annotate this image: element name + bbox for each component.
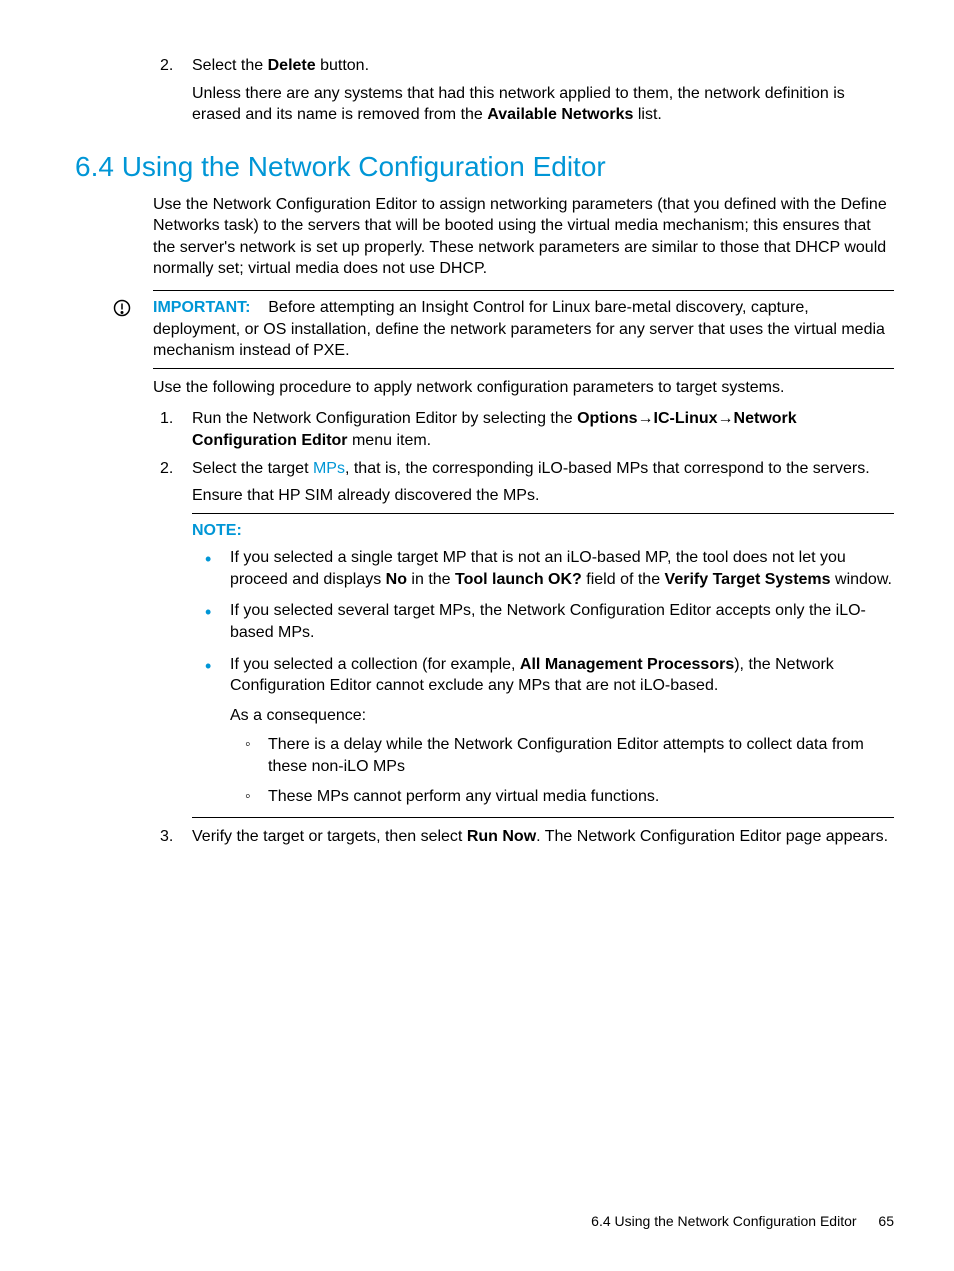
arrow: → <box>638 410 654 427</box>
important-block: IMPORTANT: Before attempting an Insight … <box>113 297 894 362</box>
list-text: Run the Network Configuration Editor by … <box>192 408 894 451</box>
text: in the <box>407 571 455 588</box>
list-number: 2. <box>160 55 192 77</box>
text: , that is, the corresponding iLO-based M… <box>345 460 870 477</box>
step-2: 2. Select the target MPs, that is, the c… <box>160 458 894 507</box>
page-content: 2. Select the Delete button. Unless ther… <box>0 0 954 1271</box>
text: Select the <box>192 57 268 74</box>
pre-ordered-list: 2. Select the Delete button. Unless ther… <box>160 55 894 126</box>
text: button. <box>316 57 369 74</box>
divider <box>192 513 894 514</box>
procedure-list: 1. Run the Network Configuration Editor … <box>160 408 894 506</box>
note-list: If you selected a single target MP that … <box>200 547 894 807</box>
page-number: 65 <box>878 1213 894 1229</box>
page-footer: 6.4 Using the Network Configuration Edit… <box>591 1212 894 1231</box>
important-icon <box>113 297 153 362</box>
step-1: 1. Run the Network Configuration Editor … <box>160 408 894 451</box>
section-heading: 6.4 Using the Network Configuration Edit… <box>75 148 894 186</box>
note-item: If you selected a single target MP that … <box>200 547 894 590</box>
procedure-intro: Use the following procedure to apply net… <box>153 377 894 399</box>
note-label: NOTE: <box>192 520 894 542</box>
bold-text: Options <box>577 410 637 427</box>
bold-text: Tool launch OK? <box>455 571 582 588</box>
footer-text: 6.4 Using the Network Configuration Edit… <box>591 1213 856 1229</box>
divider <box>153 290 894 291</box>
text: field of the <box>582 571 665 588</box>
bold-text: Delete <box>268 57 316 74</box>
text: Select the target <box>192 460 313 477</box>
procedure-list-cont: 3. Verify the target or targets, then se… <box>160 826 894 848</box>
list-text: Verify the target or targets, then selec… <box>192 826 894 848</box>
bold-text: Verify Target Systems <box>665 571 831 588</box>
list-number: 2. <box>160 458 192 507</box>
list-item-2: 2. Select the Delete button. <box>160 55 894 77</box>
note-item: If you selected a collection (for exampl… <box>200 654 894 808</box>
sub-list-item: There is a delay while the Network Confi… <box>240 734 894 777</box>
text: Run the Network Configuration Editor by … <box>192 410 577 427</box>
bold-text: IC-Linux <box>654 410 718 427</box>
text: As a consequence: <box>230 705 894 727</box>
list-continuation: Unless there are any systems that had th… <box>192 83 894 126</box>
list-text: Select the target MPs, that is, the corr… <box>192 458 894 507</box>
list-number: 3. <box>160 826 192 848</box>
text: If you selected a collection (for exampl… <box>230 656 520 673</box>
text: Ensure that HP SIM already discovered th… <box>192 485 894 507</box>
bold-text: All Management Processors <box>520 656 734 673</box>
important-label: IMPORTANT: <box>153 299 250 316</box>
text: window. <box>831 571 892 588</box>
divider <box>192 817 894 818</box>
text: Before attempting an Insight Control for… <box>153 299 885 359</box>
bold-text: Available Networks <box>487 106 633 123</box>
text: list. <box>633 106 661 123</box>
divider <box>153 368 894 369</box>
text: Verify the target or targets, then selec… <box>192 828 467 845</box>
note-item: If you selected several target MPs, the … <box>200 600 894 643</box>
sub-list: There is a delay while the Network Confi… <box>240 734 894 807</box>
list-number: 1. <box>160 408 192 451</box>
text: menu item. <box>348 432 432 449</box>
sub-list-item: These MPs cannot perform any virtual med… <box>240 786 894 808</box>
important-text: IMPORTANT: Before attempting an Insight … <box>153 297 894 362</box>
link-text[interactable]: MPs <box>313 460 345 477</box>
text: . The Network Configuration Editor page … <box>536 828 888 845</box>
intro-paragraph: Use the Network Configuration Editor to … <box>153 194 894 280</box>
list-text: Select the Delete button. <box>192 55 894 77</box>
step-3: 3. Verify the target or targets, then se… <box>160 826 894 848</box>
bold-text: Run Now <box>467 828 536 845</box>
bold-text: No <box>386 571 407 588</box>
arrow: → <box>718 410 734 427</box>
